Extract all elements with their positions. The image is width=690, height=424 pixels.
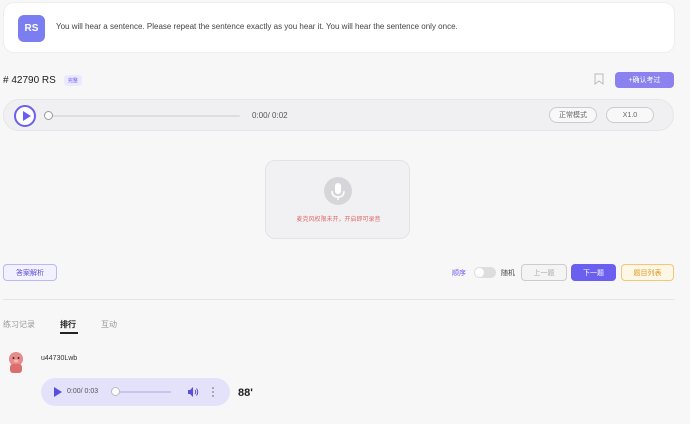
username: u44730Lwb [41,355,78,362]
mode-button[interactable]: 正常模式 [549,107,597,123]
confirm-tested-button[interactable]: +确认考过 [615,72,674,88]
instruction-text: You will hear a sentence. Please repeat … [56,22,458,31]
speed-button[interactable]: X1.0 [606,107,654,123]
answer-analysis-button[interactable]: 答案解析 [3,264,57,281]
question-tag: 完整 [63,75,82,86]
order-label: 顺序 [452,270,466,277]
mic-permission-message: 麦克风权限未开，开启即可录音 [296,217,381,223]
question-header: # 42790 RS 完整 [3,75,82,86]
playback-time: 0:00/ 0:02 [252,111,288,120]
tab-interaction[interactable]: 互动 [101,319,117,330]
recording-progress-knob[interactable] [111,387,120,396]
microphone-icon [331,183,345,200]
active-tab-indicator [60,332,78,334]
bookmark-icon[interactable] [594,73,604,85]
recording-progress-track[interactable] [115,391,171,393]
recording-time: 0:00/ 0:03 [67,388,99,395]
next-question-button[interactable]: 下一题 [571,264,616,281]
recorder-panel[interactable]: 麦克风权限未开，开启即可录音 [265,160,410,239]
section-divider [3,299,674,300]
microphone-button[interactable] [324,177,352,205]
score: 88' [238,387,253,399]
more-options-icon[interactable] [211,386,215,398]
recording-player: 0:00/ 0:03 [41,378,230,406]
avatar [9,352,23,373]
tab-ranking[interactable]: 排行 [60,319,76,330]
previous-question-button[interactable]: 上一题 [521,264,567,281]
recording-play-icon[interactable] [54,387,62,397]
play-button[interactable] [14,105,36,127]
instruction-card: RS You will hear a sentence. Please repe… [4,3,674,52]
tab-practice-records[interactable]: 练习记录 [3,319,35,330]
question-list-button[interactable]: 题目列表 [621,264,674,281]
progress-knob[interactable] [44,111,53,120]
volume-icon[interactable] [187,386,199,398]
audio-player: 0:00/ 0:02 正常模式 X1.0 [3,99,674,131]
question-type-badge: RS [18,15,45,42]
order-random-toggle[interactable] [474,267,496,278]
question-title: # 42790 RS [3,75,56,86]
random-label: 随机 [501,270,515,277]
progress-track[interactable] [44,115,240,117]
